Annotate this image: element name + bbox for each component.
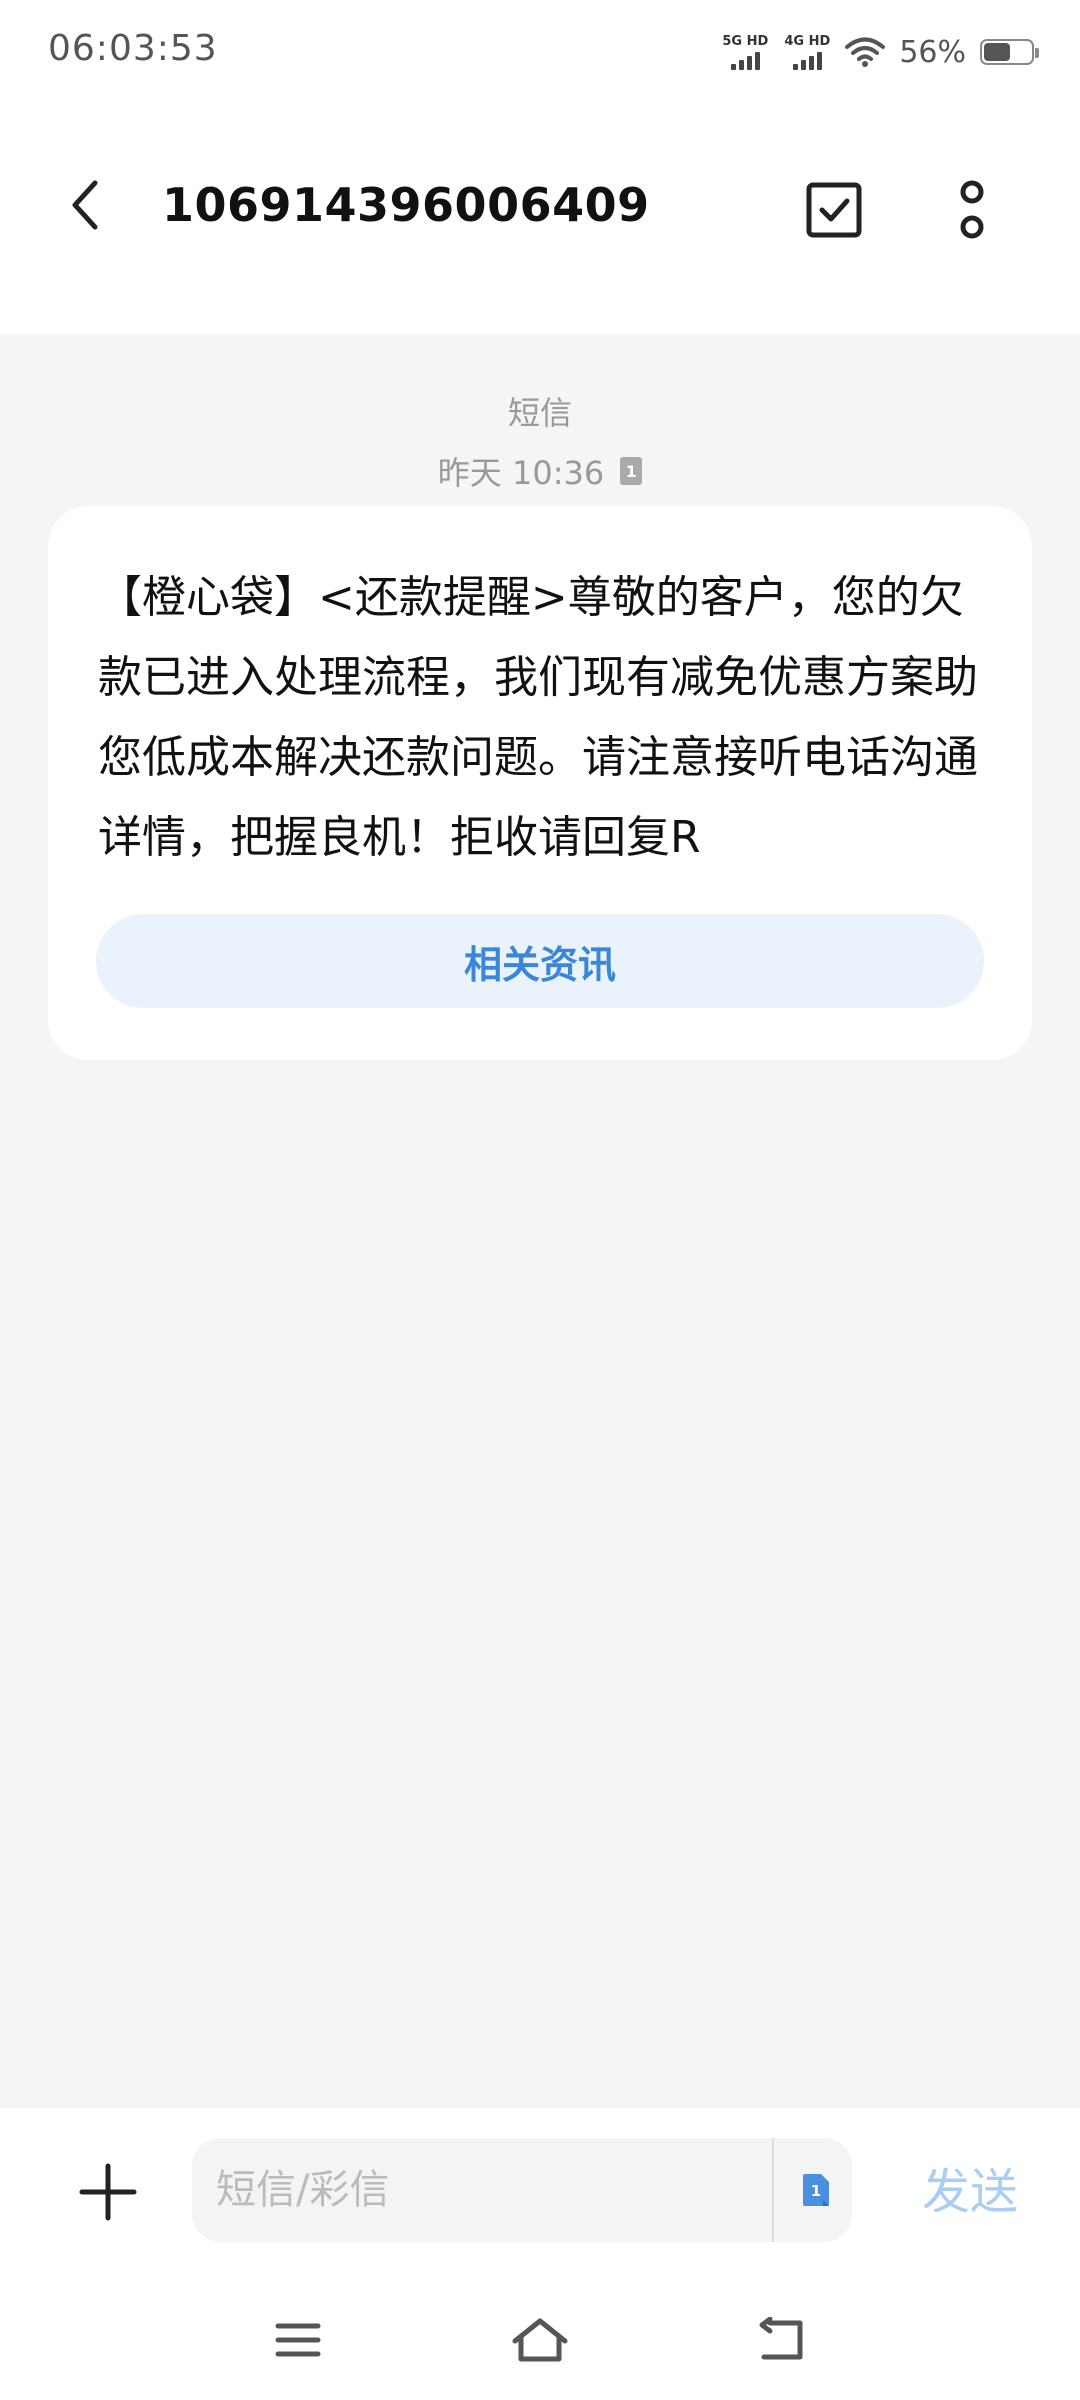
back-nav-button[interactable]	[742, 2300, 822, 2380]
more-options-button[interactable]	[940, 170, 1004, 250]
more-vertical-icon	[960, 180, 984, 239]
status-bar: 06:03:53 5G HD 4G HD 56%	[0, 0, 1080, 100]
back-arrow-icon	[759, 2317, 803, 2360]
message-bubble[interactable]: 【橙心袋】<还款提醒>尊敬的客户，您的欠款已进入处理流程，我们现有减免优惠方案助…	[48, 506, 1032, 1060]
related-info-label: 相关资讯	[463, 942, 616, 987]
battery-percent: 56%	[899, 34, 966, 70]
system-navigation-bar	[0, 2278, 1080, 2400]
status-time: 06:03:53	[48, 28, 218, 69]
select-messages-button[interactable]	[796, 172, 872, 248]
message-type-label: 短信	[507, 394, 572, 432]
message-input-container: 1	[192, 2138, 852, 2242]
page-title: 106914396006409	[162, 178, 650, 232]
back-button[interactable]	[50, 170, 120, 240]
conversation-header: 106914396006409	[0, 100, 1080, 334]
signal-4g-label: 4G HD	[784, 33, 831, 49]
sim-card-icon: 1	[620, 457, 643, 485]
message-body: 【橙心袋】<还款提醒>尊敬的客户，您的欠款已进入处理流程，我们现有减免优惠方案助…	[98, 572, 978, 863]
signal-5g-icon: 5G HD	[721, 33, 769, 70]
message-meta: 短信 昨天 10:36 1	[0, 388, 1080, 494]
message-input[interactable]	[216, 2138, 756, 2242]
wifi-icon	[845, 37, 886, 67]
composer-sim-number: 1	[811, 2182, 821, 2200]
battery-icon	[980, 39, 1039, 65]
composer-bar: 1 发送	[0, 2108, 1080, 2278]
input-divider	[772, 2138, 774, 2242]
home-button[interactable]	[500, 2300, 580, 2380]
send-button[interactable]: 发送	[900, 2152, 1040, 2232]
conversation-area[interactable]: 短信 昨天 10:36 1 【橙心袋】<还款提醒>尊敬的客户，您的欠款已进入处理…	[0, 334, 1080, 2108]
recent-apps-button[interactable]	[258, 2300, 338, 2380]
related-info-button[interactable]: 相关资讯	[96, 914, 984, 1008]
battery-level	[984, 43, 1010, 61]
signal-5g-label: 5G HD	[722, 33, 769, 49]
plus-icon	[79, 2163, 137, 2221]
status-indicators: 5G HD 4G HD 56%	[721, 28, 1039, 76]
signal-4g-icon: 4G HD	[783, 33, 831, 70]
home-icon	[512, 2318, 568, 2362]
message-timestamp: 昨天 10:36	[437, 454, 605, 492]
add-attachment-button[interactable]	[66, 2150, 150, 2234]
messages-conversation-screen: 06:03:53 5G HD 4G HD 56% 106914396006409…	[0, 0, 1080, 2400]
chevron-left-icon	[72, 180, 98, 230]
checkbox-icon	[806, 182, 862, 238]
menu-icon	[275, 2323, 321, 2357]
sim-card-icon: 1	[803, 2174, 829, 2206]
sim-select-button[interactable]: 1	[788, 2160, 844, 2220]
